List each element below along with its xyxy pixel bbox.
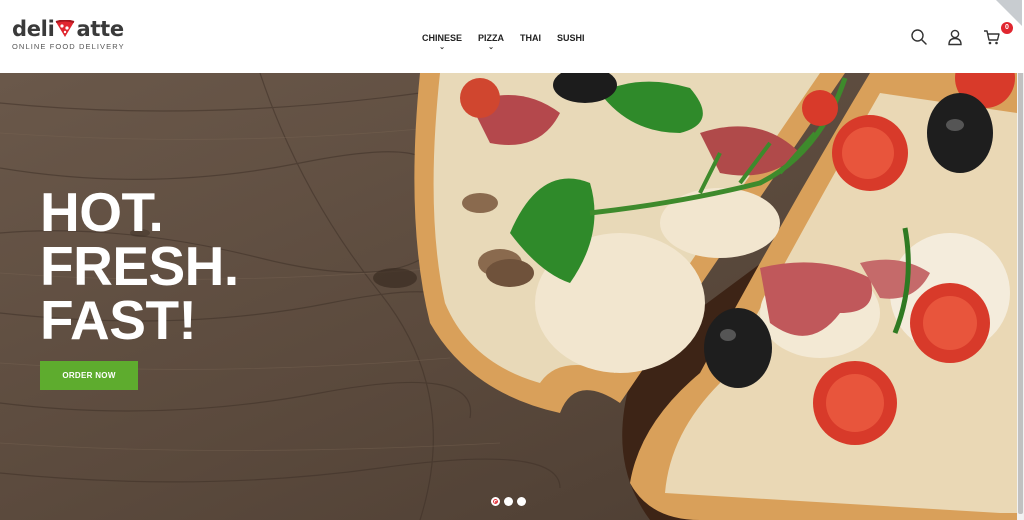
logo-tagline: ONLINE FOOD DELIVERY xyxy=(12,42,125,51)
slide-dot-2[interactable] xyxy=(504,497,513,506)
logo[interactable]: deli atte ONLINE FOOD DELIVERY xyxy=(12,17,125,51)
nav-item-label: CHINESE xyxy=(422,33,463,43)
chevron-down-icon: ⌄ xyxy=(488,44,494,51)
headline-line: HOT. xyxy=(40,181,164,243)
user-icon[interactable] xyxy=(946,28,964,46)
nav-item-thai[interactable]: THAI xyxy=(520,33,541,43)
search-icon[interactable] xyxy=(910,28,928,46)
nav-item-label: PIZZA xyxy=(478,33,505,43)
headline-line: FRESH. xyxy=(40,235,239,297)
corner-ribbon xyxy=(996,0,1022,26)
slider-pagination xyxy=(491,497,526,506)
nav-item-label: SUSHI xyxy=(557,33,585,43)
logo-text-right: atte xyxy=(76,17,124,41)
slide-dot-1[interactable] xyxy=(491,497,500,506)
nav-item-sushi[interactable]: SUSHI xyxy=(557,33,585,43)
headline-line: FAST! xyxy=(40,289,197,351)
order-now-button[interactable]: ORDER NOW xyxy=(40,361,138,390)
nav-item-chinese[interactable]: CHINESE ⌄ xyxy=(422,33,463,51)
nav-item-label: THAI xyxy=(520,33,542,43)
chevron-down-icon: ⌄ xyxy=(439,44,445,51)
main-nav: CHINESE ⌄ PIZZA ⌄ THAI SUSHI xyxy=(414,33,593,51)
pizza-slice-icon xyxy=(56,20,75,37)
logo-text-left: deli xyxy=(12,17,55,41)
slide-dot-3[interactable] xyxy=(517,497,526,506)
scrollbar-thumb[interactable] xyxy=(1018,2,1023,514)
logo-wordmark: deli atte xyxy=(12,17,125,41)
hero-slider: HOT. FRESH. FAST! ORDER NOW xyxy=(0,73,1017,520)
page-scrollbar[interactable] xyxy=(1017,0,1024,520)
site-header: deli atte ONLINE FOOD DELIVERY CHINESE ⌄… xyxy=(0,0,1024,73)
hero-headline: HOT. FRESH. FAST! xyxy=(40,181,239,351)
nav-item-pizza[interactable]: PIZZA ⌄ xyxy=(478,33,505,51)
cart-icon[interactable] xyxy=(983,28,1001,46)
